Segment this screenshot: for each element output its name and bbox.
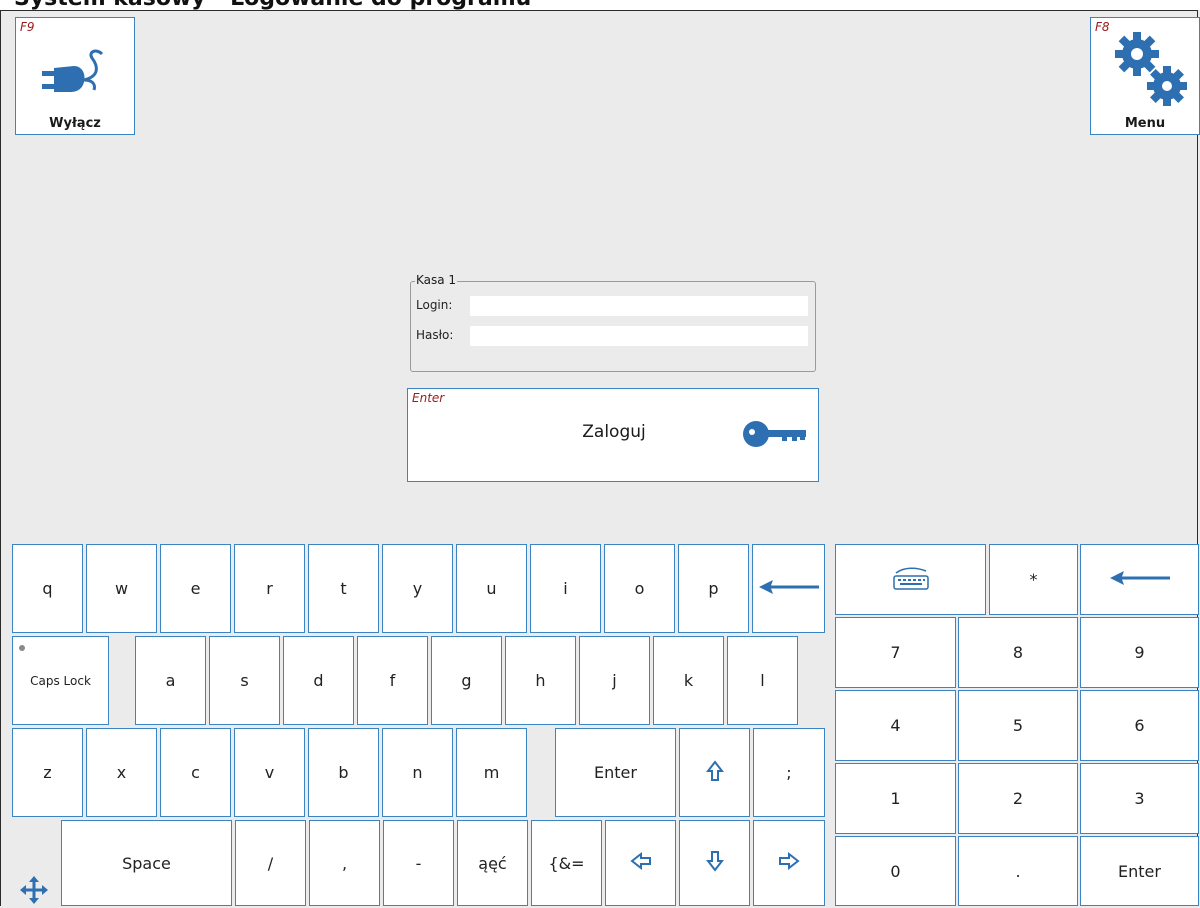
- capslock-label: Caps Lock: [30, 673, 91, 688]
- login-shortcut: Enter: [412, 391, 445, 405]
- arrow-right-icon: [778, 851, 800, 874]
- key-k[interactable]: k: [653, 636, 724, 725]
- polish-chars-key[interactable]: ąęć: [457, 820, 528, 906]
- key-p[interactable]: p: [678, 544, 749, 633]
- numpad-key-5[interactable]: 5: [958, 690, 1078, 761]
- key-q[interactable]: q: [12, 544, 83, 633]
- arrow-left-icon: [629, 851, 652, 874]
- backspace-key[interactable]: [752, 544, 825, 633]
- key-x[interactable]: x: [86, 728, 157, 817]
- capslock-indicator: [19, 645, 25, 651]
- menu-label: Menu: [1124, 116, 1166, 131]
- space-key[interactable]: Space: [61, 820, 232, 906]
- key-v[interactable]: v: [234, 728, 305, 817]
- toggle-keyboard-key[interactable]: [835, 544, 986, 615]
- numpad-key-0[interactable]: 0: [835, 836, 956, 906]
- numpad-key-6[interactable]: 6: [1080, 690, 1199, 761]
- key-comma[interactable]: ,: [309, 820, 380, 906]
- numpad-key-1[interactable]: 1: [835, 763, 956, 834]
- key-i[interactable]: i: [530, 544, 601, 633]
- shutdown-label: Wyłącz: [49, 116, 101, 131]
- keyboard-icon: [892, 565, 930, 595]
- key-w[interactable]: w: [86, 544, 157, 633]
- arrow-left-key[interactable]: [605, 820, 676, 906]
- backspace-arrow-icon: [1108, 570, 1172, 590]
- key-y[interactable]: y: [382, 544, 453, 633]
- numpad-key-9[interactable]: 9: [1080, 617, 1199, 688]
- numpad-backspace-key[interactable]: [1080, 544, 1199, 615]
- window-titlebar: System kasowy - Logowanie do programu: [0, 0, 1200, 10]
- shift-key[interactable]: [679, 728, 750, 817]
- key-d[interactable]: d: [283, 636, 354, 725]
- key-t[interactable]: t: [308, 544, 379, 633]
- login-label: Login:: [416, 298, 453, 312]
- register-name: Kasa 1: [415, 273, 458, 287]
- arrow-down-key[interactable]: [679, 820, 750, 906]
- backspace-arrow-icon: [757, 579, 821, 599]
- gears-icon: [1111, 28, 1197, 118]
- symbols-key[interactable]: {&=: [531, 820, 602, 906]
- capslock-key[interactable]: Caps Lock: [12, 636, 109, 725]
- move-icon[interactable]: [20, 876, 48, 908]
- key-o[interactable]: o: [604, 544, 675, 633]
- key-asterisk[interactable]: *: [989, 544, 1078, 615]
- key-h[interactable]: h: [505, 636, 576, 725]
- power-plug-icon: [40, 40, 116, 116]
- key-c[interactable]: c: [160, 728, 231, 817]
- numpad-key-7[interactable]: 7: [835, 617, 956, 688]
- numpad-key-8[interactable]: 8: [958, 617, 1078, 688]
- key-j[interactable]: j: [579, 636, 650, 725]
- menu-button[interactable]: F8 Menu: [1090, 17, 1200, 135]
- key-e[interactable]: e: [160, 544, 231, 633]
- key-f[interactable]: f: [357, 636, 428, 725]
- numpad-key-2[interactable]: 2: [958, 763, 1078, 834]
- arrow-right-key[interactable]: [753, 820, 825, 906]
- key-n[interactable]: n: [382, 728, 453, 817]
- login-button[interactable]: Enter Zaloguj: [407, 388, 819, 482]
- numpad-key-4[interactable]: 4: [835, 690, 956, 761]
- key-slash[interactable]: /: [235, 820, 306, 906]
- key-s[interactable]: s: [209, 636, 280, 725]
- key-dash[interactable]: -: [383, 820, 454, 906]
- shutdown-button[interactable]: F9 Wyłącz: [15, 17, 135, 135]
- key-r[interactable]: r: [234, 544, 305, 633]
- password-input[interactable]: [470, 326, 808, 346]
- password-label: Hasło:: [416, 328, 454, 342]
- key-m[interactable]: m: [456, 728, 527, 817]
- menu-shortcut: F8: [1095, 20, 1110, 34]
- key-a[interactable]: a: [135, 636, 206, 725]
- key-b[interactable]: b: [308, 728, 379, 817]
- enter-key[interactable]: Enter: [555, 728, 676, 817]
- numpad-enter-key[interactable]: Enter: [1080, 836, 1199, 906]
- key-z[interactable]: z: [12, 728, 83, 817]
- window-title: System kasowy - Logowanie do programu: [14, 0, 531, 10]
- login-input[interactable]: [470, 296, 808, 316]
- shutdown-shortcut: F9: [20, 20, 35, 34]
- key-semicolon[interactable]: ;: [753, 728, 825, 817]
- key-g[interactable]: g: [431, 636, 502, 725]
- arrow-down-icon: [705, 850, 724, 876]
- key-u[interactable]: u: [456, 544, 527, 633]
- numpad-key-3[interactable]: 3: [1080, 763, 1199, 834]
- key-icon: [742, 420, 808, 452]
- key-l[interactable]: l: [727, 636, 798, 725]
- numpad-key-dot[interactable]: .: [958, 836, 1078, 906]
- shift-arrow-icon: [705, 759, 724, 786]
